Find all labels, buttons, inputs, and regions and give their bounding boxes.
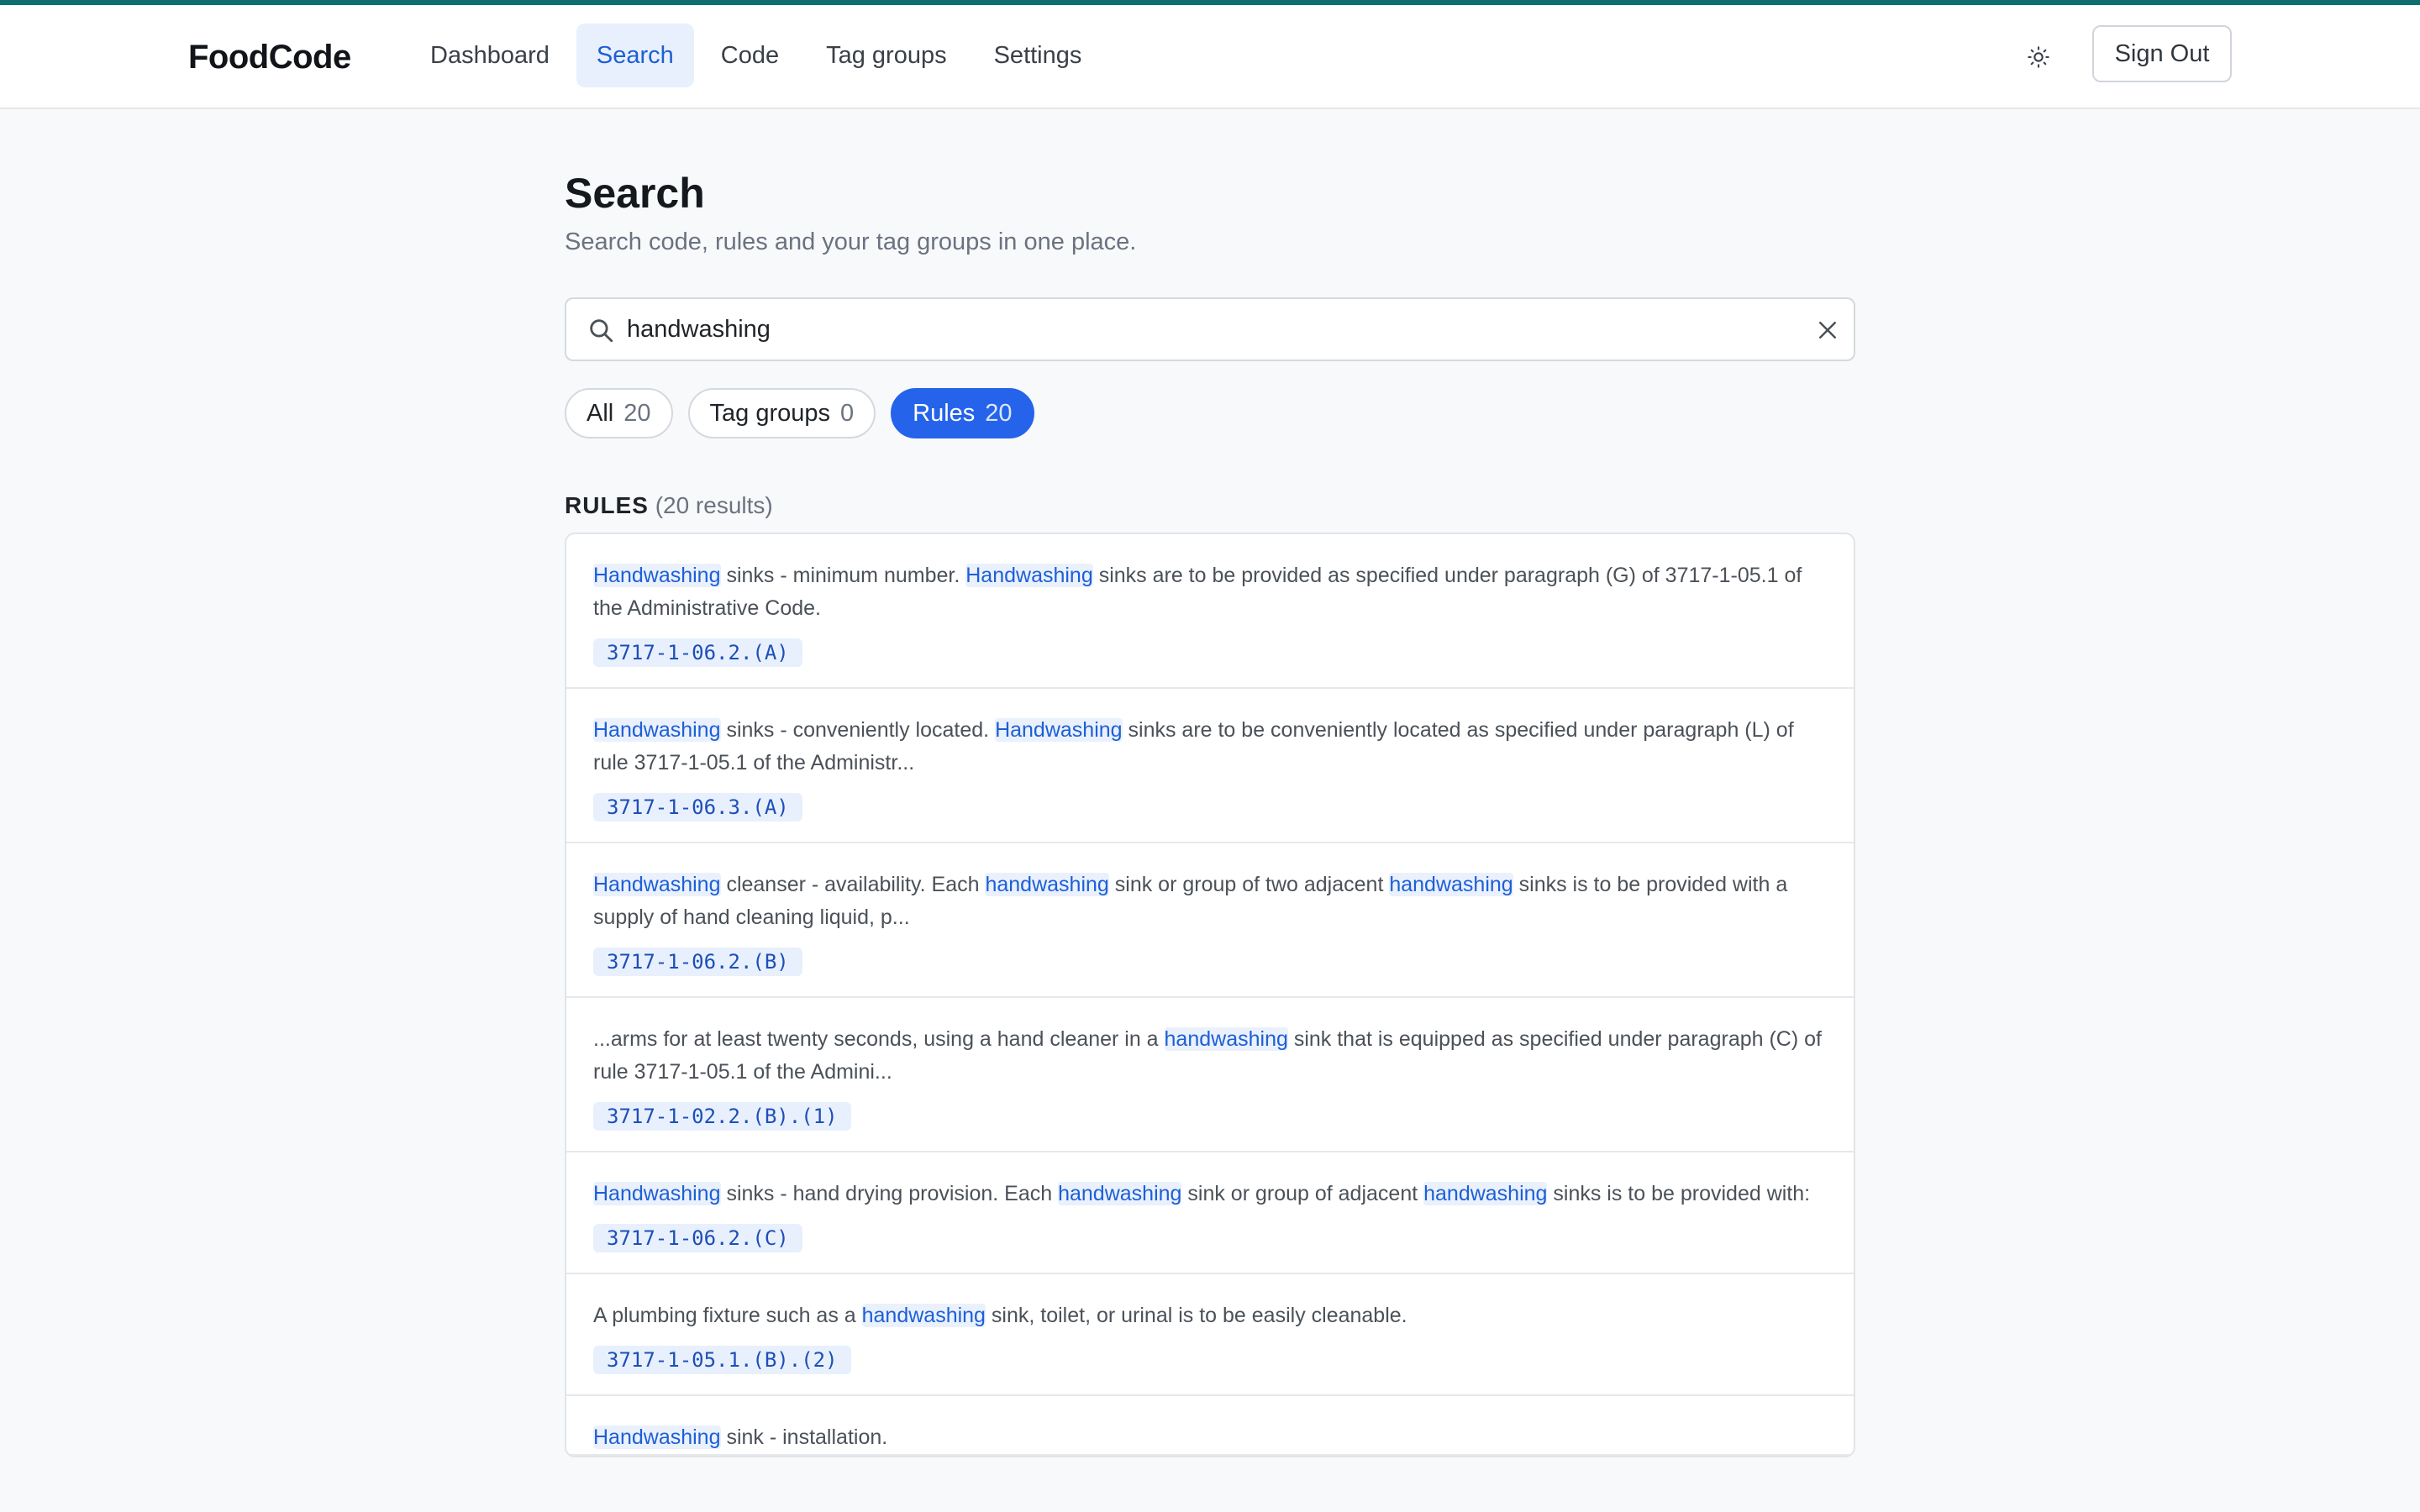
section-title: RULES	[565, 492, 649, 518]
rule-snippet: ...arms for at least twenty seconds, usi…	[593, 1023, 1827, 1089]
filter-chip-label: Tag groups	[709, 399, 831, 427]
snippet-text: sink - installation.	[720, 1425, 888, 1449]
snippet-text: sinks - hand drying provision. Each	[720, 1182, 1059, 1205]
app-logo[interactable]: FoodCode	[188, 34, 351, 81]
section-result-count: (20 results)	[655, 492, 773, 518]
rule-snippet: Handwashing sink - installation.	[593, 1421, 1827, 1454]
rule-code-badge[interactable]: 3717-1-05.1.(B).(2)	[593, 1346, 851, 1374]
rule-code-badge[interactable]: 3717-1-06.2.(C)	[593, 1224, 802, 1252]
snippet-text: sink, toilet, or urinal is to be easily …	[985, 1304, 1407, 1327]
sign-out-button[interactable]: Sign Out	[2092, 25, 2232, 82]
snippet-text: sinks is to be provided with:	[1547, 1182, 1811, 1205]
search-match-highlight: Handwashing	[995, 718, 1123, 742]
search-box	[565, 297, 1855, 361]
rule-snippet: Handwashing sinks - conveniently located…	[593, 714, 1827, 780]
search-match-highlight: handwashing	[1164, 1027, 1288, 1051]
rule-result-item[interactable]: Handwashing sinks - conveniently located…	[566, 689, 1854, 843]
rule-code-badge[interactable]: 3717-1-06.2.(B)	[593, 948, 802, 976]
main-nav: Dashboard Search Code Tag groups Setting…	[410, 24, 1102, 87]
page-subtitle: Search code, rules and your tag groups i…	[565, 228, 1137, 255]
rule-snippet: Handwashing sinks - minimum number. Hand…	[593, 559, 1827, 625]
nav-item-settings[interactable]: Settings	[974, 24, 1102, 87]
filter-chip-count: 20	[985, 399, 1013, 427]
snippet-text: cleanser - availability. Each	[720, 873, 986, 896]
nav-item-tag-groups[interactable]: Tag groups	[806, 24, 967, 87]
rule-code-badge[interactable]: 3717-1-06.3.(A)	[593, 793, 802, 822]
search-match-highlight: Handwashing	[593, 564, 721, 587]
search-match-highlight: Handwashing	[593, 718, 721, 742]
rules-results-list: Handwashing sinks - minimum number. Hand…	[565, 533, 1855, 1457]
filter-chips: All 20 Tag groups 0 Rules 20	[565, 388, 1034, 438]
theme-toggle-button[interactable]	[2022, 40, 2055, 74]
search-match-highlight: handwashing	[861, 1304, 986, 1327]
snippet-text: sink or group of two adjacent	[1108, 873, 1390, 896]
nav-item-dashboard[interactable]: Dashboard	[410, 24, 570, 87]
search-match-highlight: handwashing	[1389, 873, 1513, 896]
rule-result-item[interactable]: Handwashing sinks - hand drying provisio…	[566, 1152, 1854, 1274]
search-match-highlight: Handwashing	[965, 564, 1093, 587]
search-match-highlight: handwashing	[1058, 1182, 1182, 1205]
snippet-text: A plumbing fixture such as a	[593, 1304, 862, 1327]
search-match-highlight: handwashing	[1423, 1182, 1548, 1205]
search-match-highlight: Handwashing	[593, 1425, 721, 1449]
filter-chip-label: Rules	[913, 399, 976, 427]
filter-chip-label: All	[587, 399, 614, 427]
filter-chip-all[interactable]: All 20	[565, 388, 673, 438]
search-match-highlight: Handwashing	[593, 1182, 721, 1205]
rule-result-item[interactable]: Handwashing sink - installation.	[566, 1396, 1854, 1456]
snippet-text: sinks - conveniently located.	[720, 718, 996, 742]
top-navbar: FoodCode Dashboard Search Code Tag group…	[0, 5, 2420, 109]
rules-section-header: RULES (20 results)	[565, 489, 773, 522]
filter-chip-rules[interactable]: Rules 20	[891, 388, 1034, 438]
sun-icon	[2028, 46, 2049, 68]
rule-snippet: A plumbing fixture such as a handwashing…	[593, 1299, 1827, 1332]
rule-snippet: Handwashing sinks - hand drying provisio…	[593, 1178, 1827, 1210]
filter-chip-count: 0	[840, 399, 855, 427]
snippet-text: sinks - minimum number.	[720, 564, 966, 587]
filter-chip-count: 20	[623, 399, 651, 427]
rule-result-item[interactable]: Handwashing sinks - minimum number. Hand…	[566, 534, 1854, 689]
rule-code-badge[interactable]: 3717-1-02.2.(B).(1)	[593, 1102, 851, 1131]
rule-result-item[interactable]: A plumbing fixture such as a handwashing…	[566, 1274, 1854, 1396]
nav-item-search[interactable]: Search	[576, 24, 694, 87]
rule-result-item[interactable]: Handwashing cleanser - availability. Eac…	[566, 843, 1854, 998]
search-icon	[590, 319, 613, 343]
close-icon[interactable]	[1815, 318, 1840, 343]
rule-result-item[interactable]: ...arms for at least twenty seconds, usi…	[566, 998, 1854, 1152]
search-match-highlight: handwashing	[985, 873, 1109, 896]
search-match-highlight: Handwashing	[593, 873, 721, 896]
nav-item-code[interactable]: Code	[701, 24, 799, 87]
rule-code-badge[interactable]: 3717-1-06.2.(A)	[593, 638, 802, 667]
page-title: Search	[565, 170, 705, 217]
snippet-text: ...arms for at least twenty seconds, usi…	[593, 1027, 1165, 1051]
snippet-text: sink or group of adjacent	[1181, 1182, 1424, 1205]
rule-snippet: Handwashing cleanser - availability. Eac…	[593, 869, 1827, 934]
search-input[interactable]	[627, 307, 1786, 351]
filter-chip-tag-groups[interactable]: Tag groups 0	[687, 388, 876, 438]
